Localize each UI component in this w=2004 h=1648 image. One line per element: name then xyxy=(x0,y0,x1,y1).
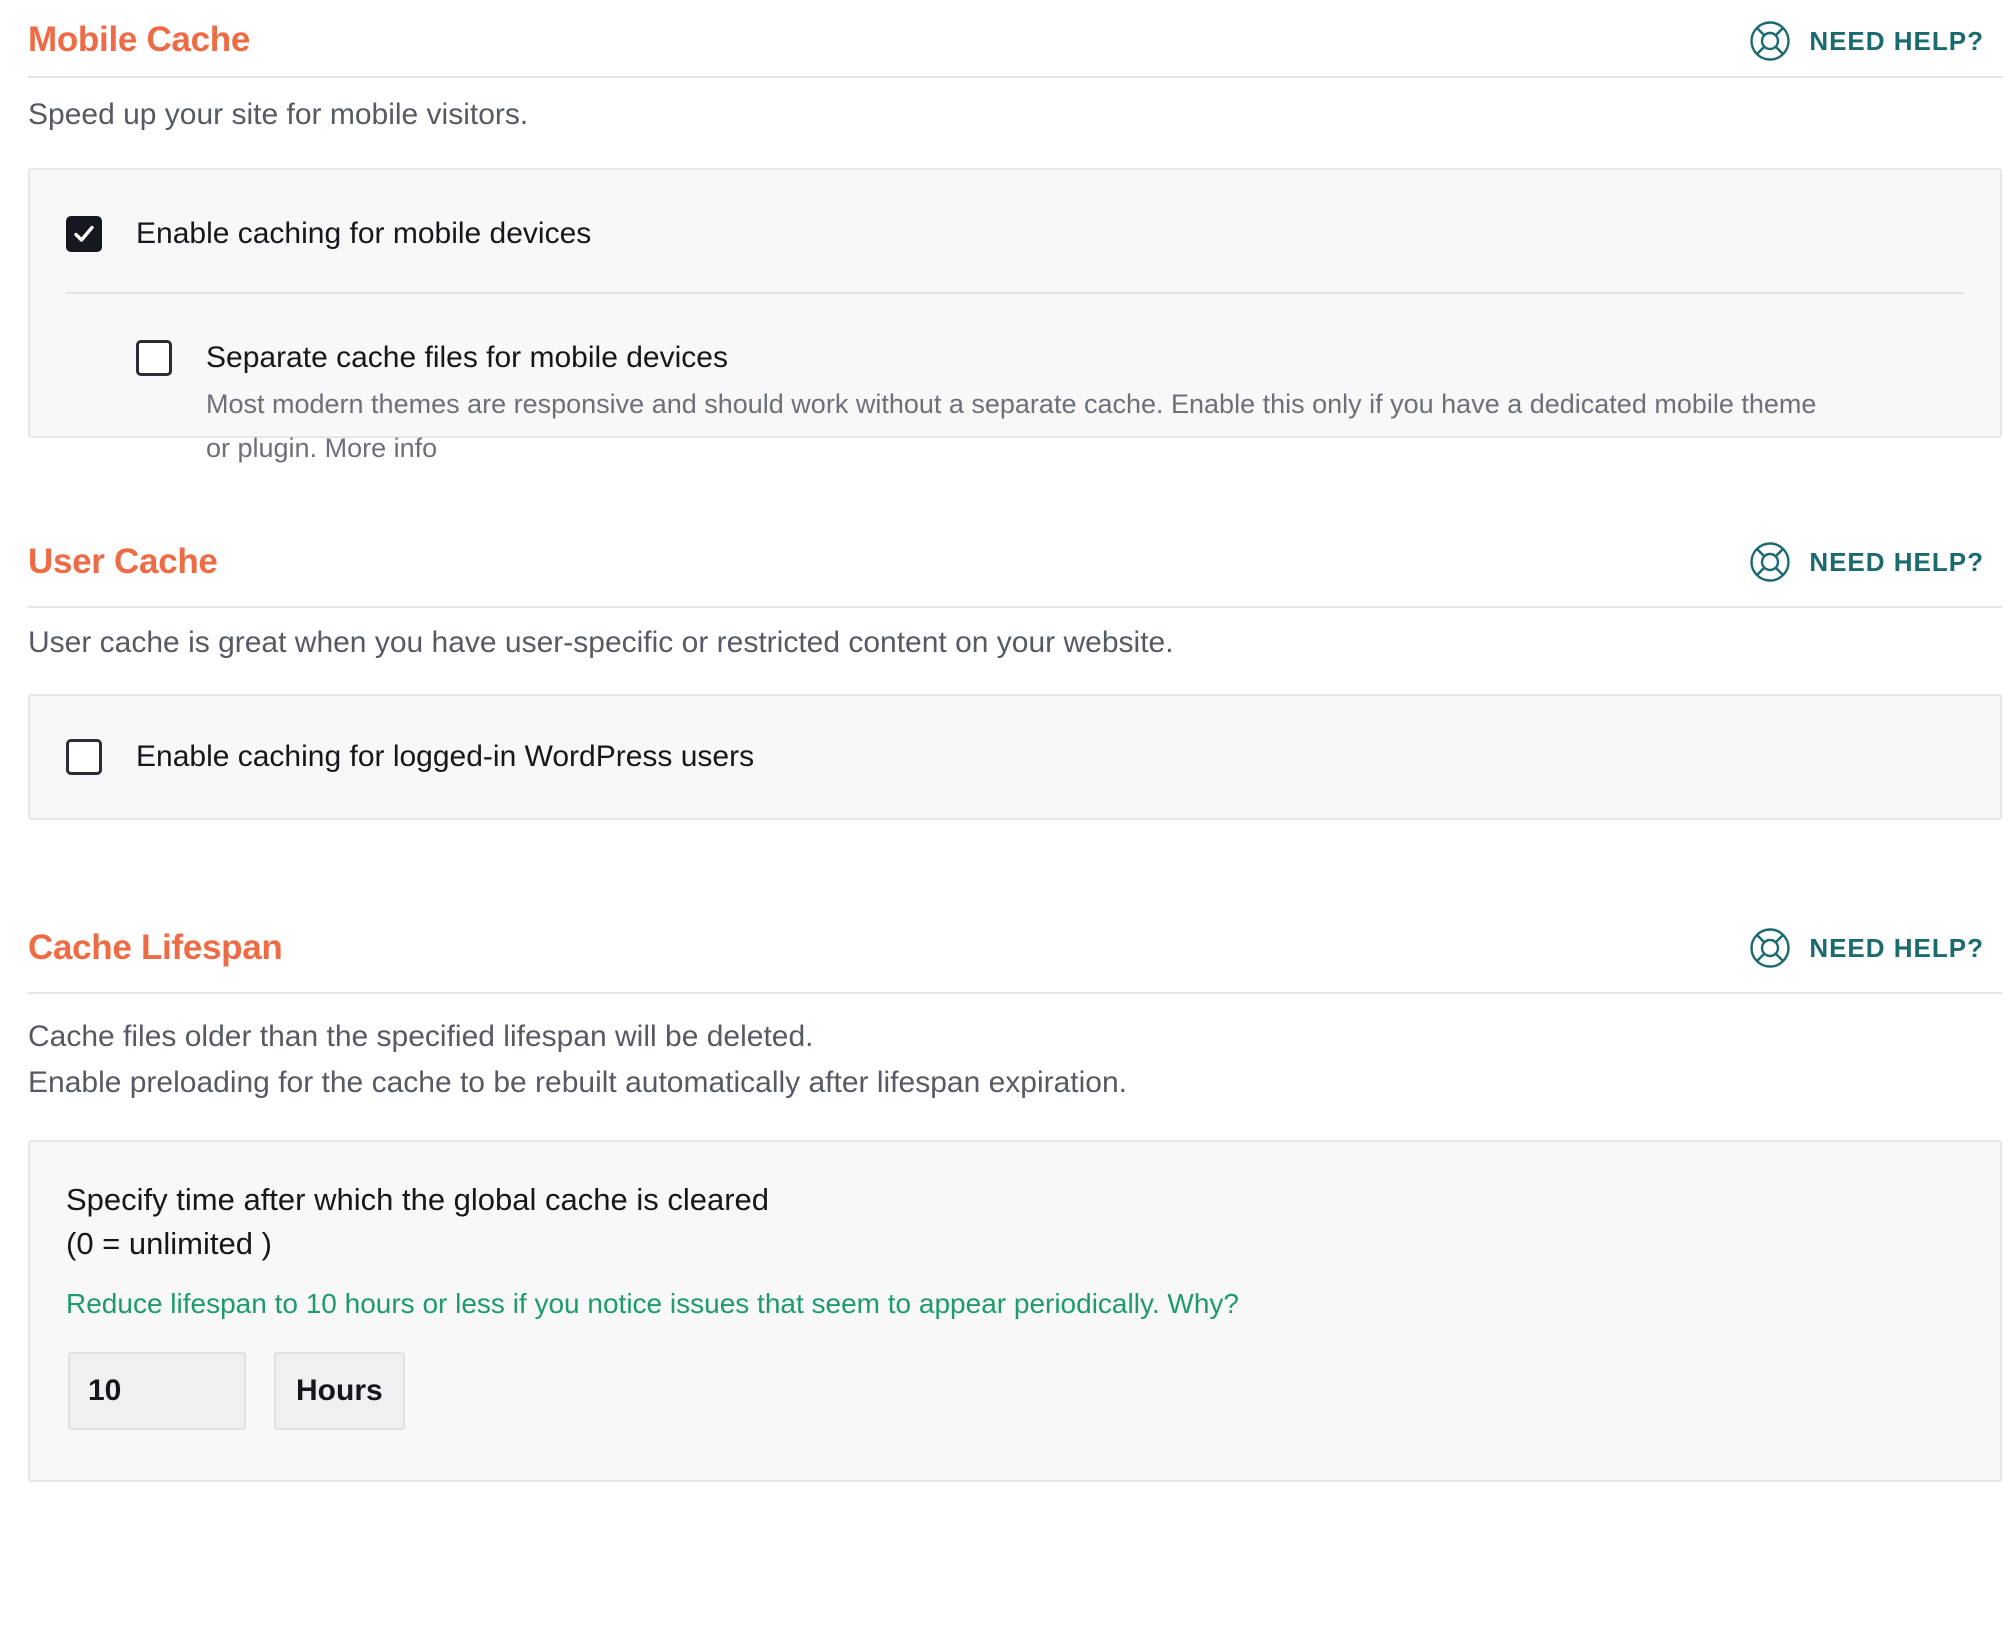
lifespan-field-label-line-2: (0 = unlimited ) xyxy=(66,1226,272,1261)
lifespan-controls: Hours xyxy=(68,1352,1964,1430)
checkmark-icon xyxy=(74,225,94,242)
need-help-label: NEED HELP? xyxy=(1809,546,1984,577)
lifespan-tip: Reduce lifespan to 10 hours or less if y… xyxy=(66,1284,1964,1324)
mobile-cache-title: Mobile Cache xyxy=(28,20,251,59)
separate-cache-help-text: Most modern themes are responsive and sh… xyxy=(206,389,1817,463)
settings-page: Mobile Cache NEED HELP? Speed up your si… xyxy=(28,0,2002,1482)
lifespan-tip-text: Reduce lifespan to 10 hours or less if y… xyxy=(66,1288,1160,1319)
user-cache-title: User Cache xyxy=(28,542,218,581)
mobile-cache-checkbox[interactable] xyxy=(66,216,102,252)
life-ring-icon xyxy=(1750,542,1791,582)
mobile-options-divider xyxy=(66,292,1964,294)
lifespan-unit: Hours xyxy=(274,1352,405,1430)
more-info-link[interactable]: More info xyxy=(325,433,438,463)
user-option-row: Enable caching for logged-in WordPress u… xyxy=(66,737,754,777)
life-ring-icon xyxy=(1750,928,1791,968)
mobile-cache-description: Speed up your site for mobile visitors. xyxy=(28,98,529,131)
cache-lifespan-header: Cache Lifespan NEED HELP? xyxy=(28,904,2002,994)
need-help-label: NEED HELP? xyxy=(1809,932,1984,963)
mobile-cache-need-help-link[interactable]: NEED HELP? xyxy=(1749,20,1984,62)
cache-lifespan-description: Cache files older than the specified lif… xyxy=(28,1014,2002,1106)
cache-lifespan-title: Cache Lifespan xyxy=(28,928,283,967)
cache-lifespan-panel: Specify time after which the global cach… xyxy=(28,1140,2002,1482)
logged-in-users-checkbox[interactable] xyxy=(66,739,102,775)
lifespan-value-input[interactable] xyxy=(68,1352,246,1430)
cache-lifespan-need-help-link[interactable]: NEED HELP? xyxy=(1749,927,1984,969)
life-ring-icon xyxy=(1750,21,1791,61)
mobile-cache-panel: Enable caching for mobile devices Separa… xyxy=(28,168,2002,463)
separate-cache-row: Separate cache files for mobile devices … xyxy=(66,338,1964,470)
user-cache-description: User cache is great when you have user-s… xyxy=(28,626,1174,659)
separate-cache-checkbox[interactable] xyxy=(136,340,172,376)
mobile-cache-header: Mobile Cache NEED HELP? xyxy=(28,0,2002,78)
mobile-cache-label: Enable caching for mobile devices xyxy=(136,217,592,250)
separate-cache-help: Most modern themes are responsive and sh… xyxy=(206,382,1846,470)
logged-in-users-label: Enable caching for logged-in WordPress u… xyxy=(136,740,755,773)
lifespan-desc-line-1: Cache files older than the specified lif… xyxy=(28,1020,814,1053)
user-cache-panel: Enable caching for logged-in WordPress u… xyxy=(28,694,2002,820)
separate-cache-label: Separate cache files for mobile devices xyxy=(206,341,728,374)
need-help-label: NEED HELP? xyxy=(1809,25,1984,56)
user-cache-header: User Cache NEED HELP? xyxy=(28,518,2002,608)
user-cache-need-help-link[interactable]: NEED HELP? xyxy=(1749,541,1984,583)
lifespan-field-label-line-1: Specify time after which the global cach… xyxy=(66,1182,770,1217)
why-link[interactable]: Why? xyxy=(1167,1288,1239,1319)
separate-cache-text: Separate cache files for mobile devices … xyxy=(206,338,1846,470)
mobile-option-row: Enable caching for mobile devices xyxy=(66,170,1964,254)
lifespan-desc-line-2: Enable preloading for the cache to be re… xyxy=(28,1066,1127,1099)
